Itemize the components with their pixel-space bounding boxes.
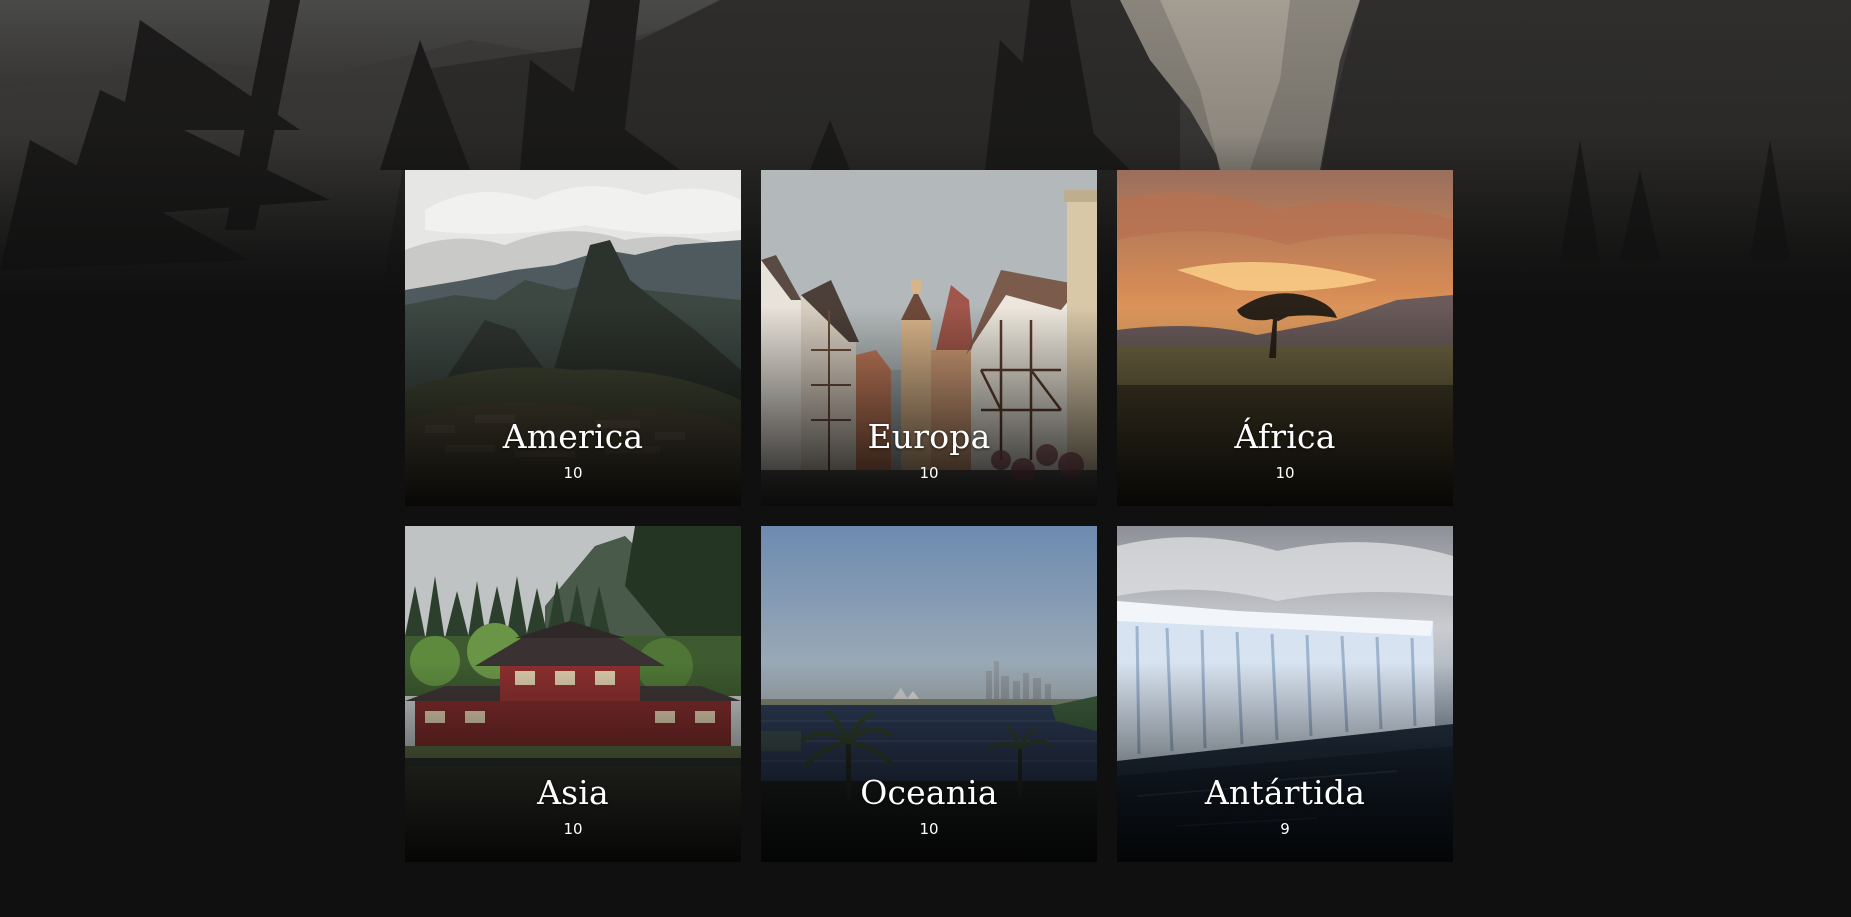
region-card-africa[interactable]: África 10 xyxy=(1117,170,1453,506)
region-count: 10 xyxy=(1275,464,1295,482)
region-card-oceania[interactable]: Oceania 10 xyxy=(761,526,1097,862)
region-title: Europa xyxy=(867,417,991,456)
region-count: 10 xyxy=(563,820,583,838)
region-count: 9 xyxy=(1280,820,1290,838)
region-card-america[interactable]: America 10 xyxy=(405,170,741,506)
region-count: 10 xyxy=(563,464,583,482)
region-title: Asia xyxy=(537,773,609,812)
region-card-antartida[interactable]: Antártida 9 xyxy=(1117,526,1453,862)
region-title: Antártida xyxy=(1204,773,1366,812)
region-title: Oceania xyxy=(860,773,998,812)
region-title: África xyxy=(1234,417,1336,456)
regions-grid: America 10 Europa 10 África 10 Asia 10 O… xyxy=(405,170,1454,862)
page: America 10 Europa 10 África 10 Asia 10 O… xyxy=(0,0,1851,917)
region-count: 10 xyxy=(919,820,939,838)
region-count: 10 xyxy=(919,464,939,482)
region-title: America xyxy=(502,417,644,456)
region-card-europa[interactable]: Europa 10 xyxy=(761,170,1097,506)
region-card-asia[interactable]: Asia 10 xyxy=(405,526,741,862)
